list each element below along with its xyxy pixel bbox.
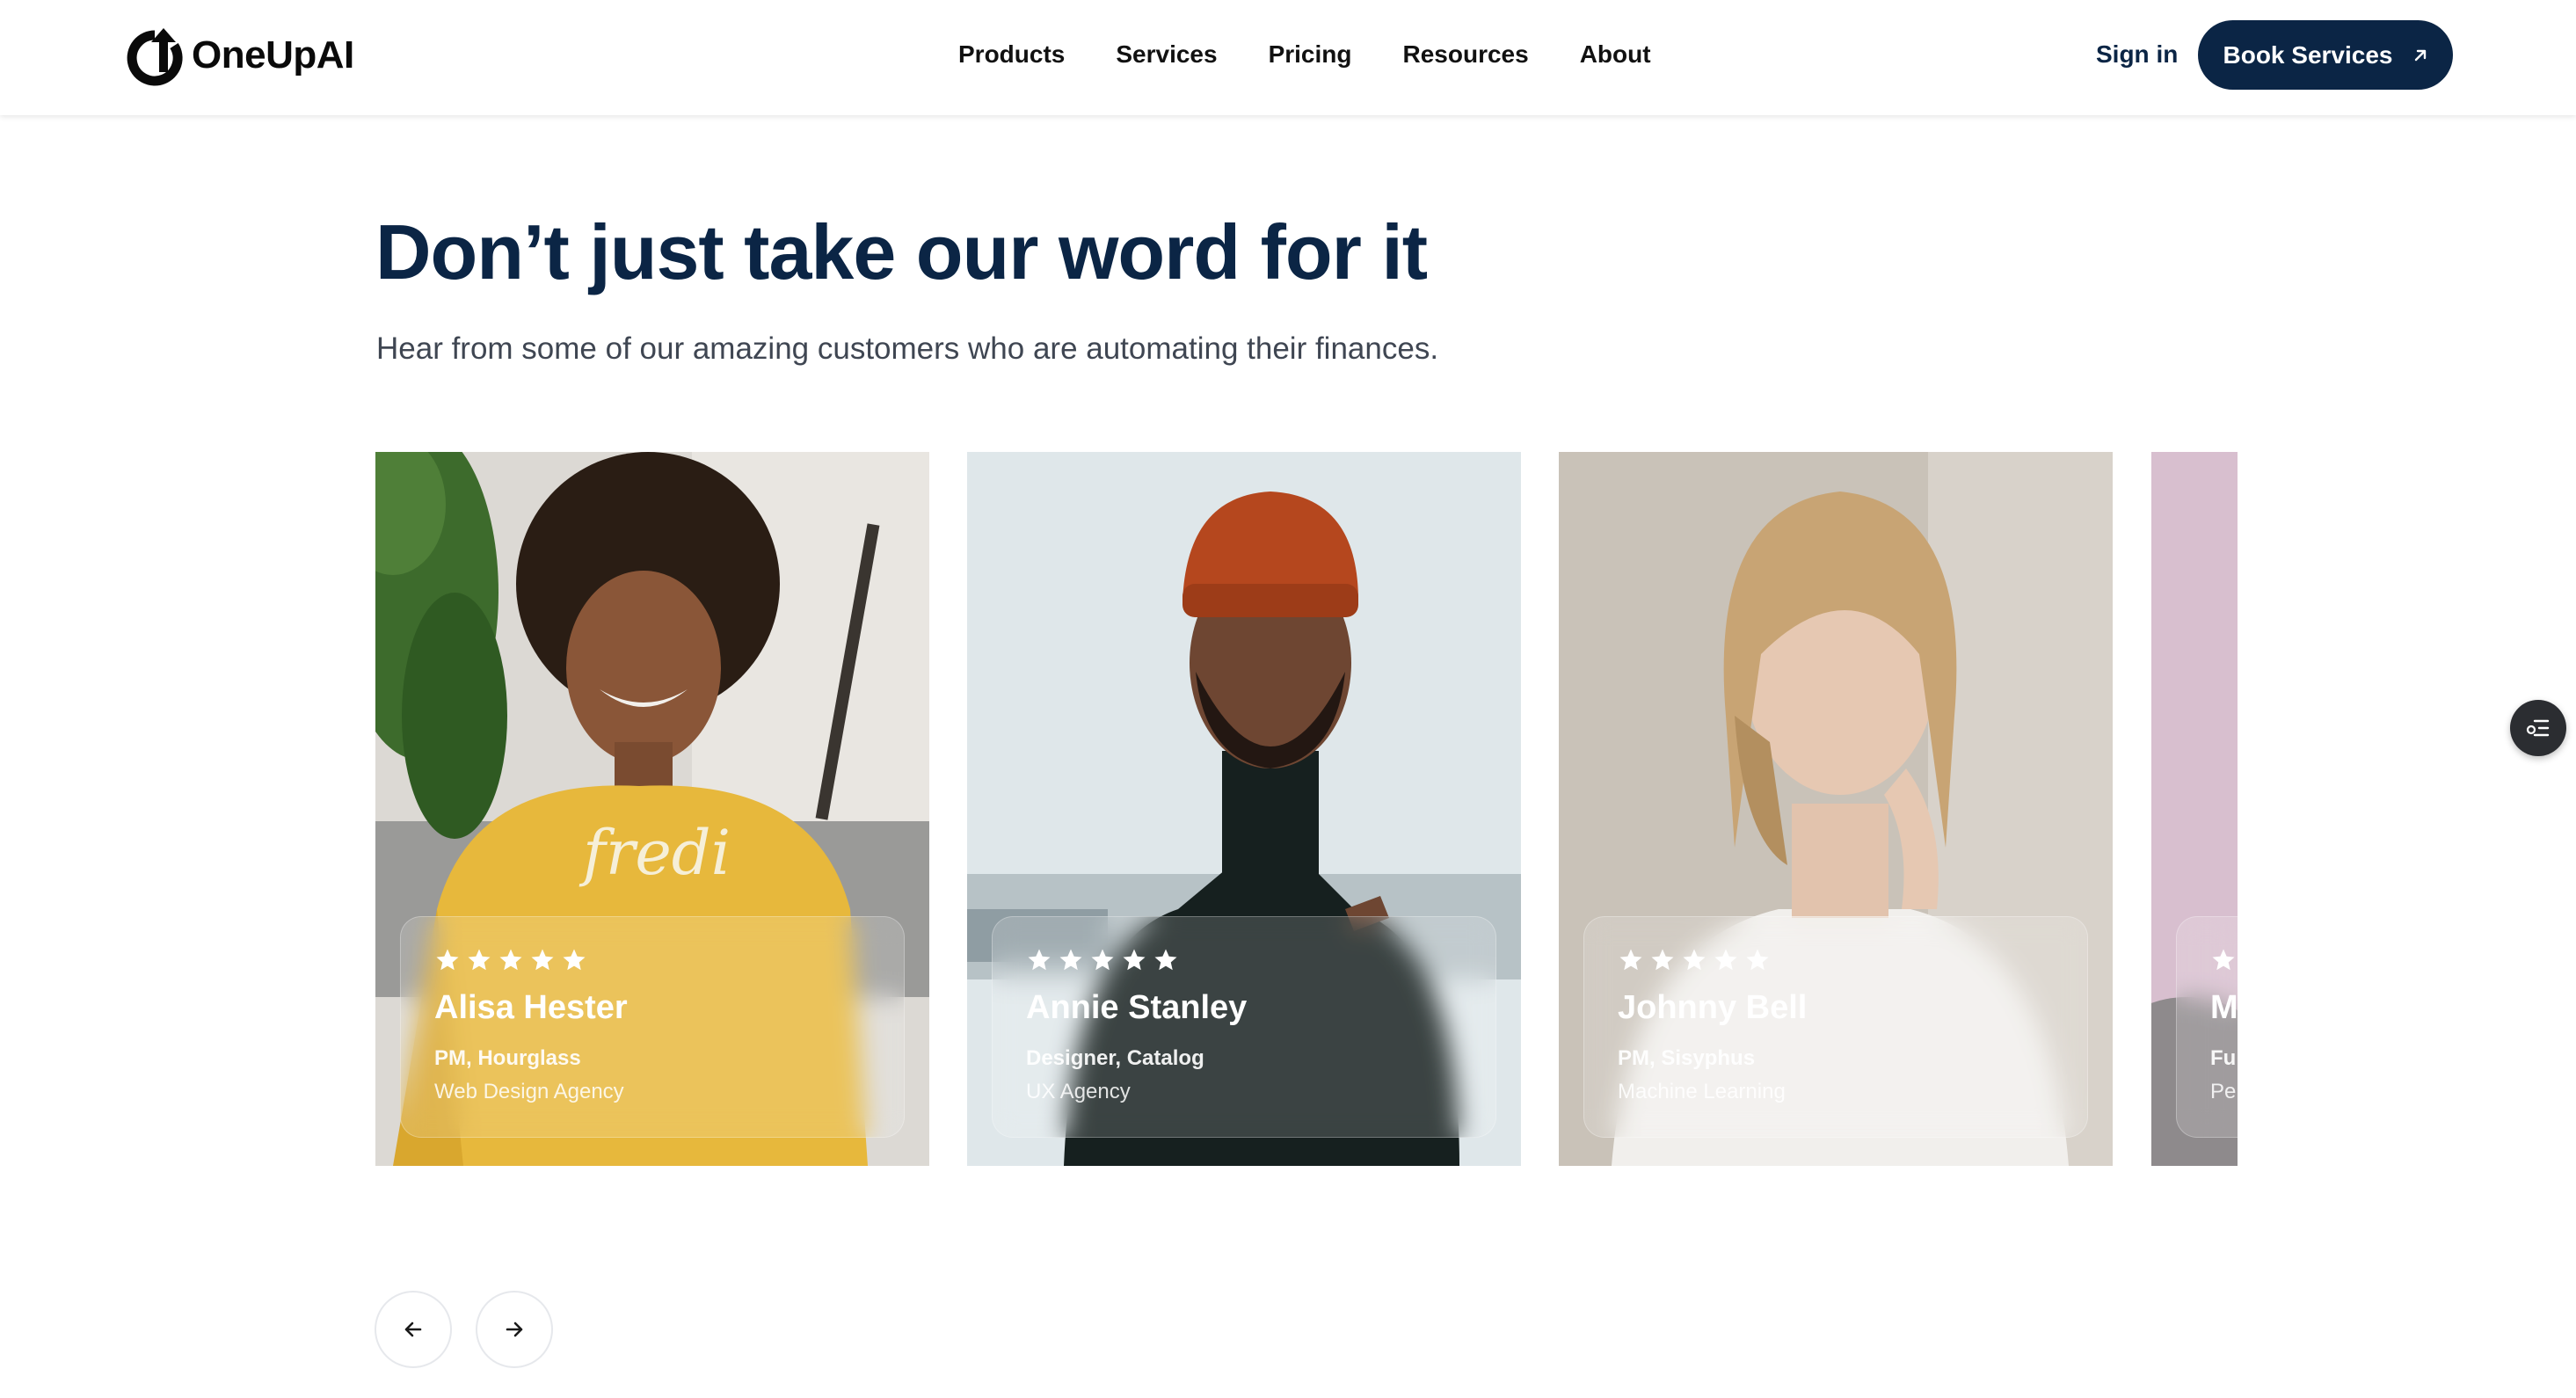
star-icon: [436, 949, 459, 971]
site-header: OneUpAI Products Services Pricing Resour…: [0, 0, 2576, 115]
customer-name: Annie Stanley: [1026, 989, 1248, 1026]
nav-item-services[interactable]: Services: [1116, 40, 1217, 69]
carousel-next-button[interactable]: [476, 1291, 553, 1368]
book-services-button[interactable]: Book Services: [2198, 20, 2453, 90]
testimonial-info-panel: Alisa Hester PM, Hourglass Web Design Ag…: [400, 916, 905, 1138]
star-icon: [531, 949, 554, 971]
nav-item-resources[interactable]: Resources: [1403, 40, 1529, 69]
testimonial-carousel: fredi Alisa Hester PM, Hourglass Web Des…: [375, 452, 2238, 1166]
star-rating: [2210, 947, 2238, 973]
customer-name: Johnny Bell: [1618, 989, 1808, 1026]
star-icon: [2212, 949, 2235, 971]
main-nav: Products Services Pricing Resources Abou…: [958, 0, 1651, 109]
star-icon: [1059, 949, 1082, 971]
testimonial-card[interactable]: M Fu Pe: [2151, 452, 2238, 1166]
nav-item-pricing[interactable]: Pricing: [1269, 40, 1352, 69]
arrow-left-icon: [404, 1322, 422, 1337]
star-icon: [563, 949, 586, 971]
star-rating: [1618, 947, 2054, 973]
testimonial-card[interactable]: fredi Alisa Hester PM, Hourglass Web Des…: [375, 452, 929, 1166]
arrow-right-icon: [506, 1322, 523, 1337]
customer-role: Fu: [2210, 1046, 2237, 1070]
star-rating: [434, 947, 870, 973]
star-icon: [1746, 949, 1769, 971]
star-rating: [1026, 947, 1462, 973]
testimonial-card[interactable]: Johnny Bell PM, Sisyphus Machine Learnin…: [1559, 452, 2113, 1166]
testimonial-card[interactable]: Annie Stanley Designer, Catalog UX Agenc…: [967, 452, 1521, 1166]
star-icon: [1154, 949, 1177, 971]
star-icon: [1714, 949, 1737, 971]
star-icon: [468, 949, 491, 971]
testimonial-info-panel: M Fu Pe: [2176, 916, 2238, 1138]
arrow-up-right-icon: [2412, 47, 2428, 63]
star-icon: [499, 949, 522, 971]
customer-role: PM, Hourglass: [434, 1046, 581, 1070]
svg-text:fredi: fredi: [579, 817, 731, 889]
settings-panel-button[interactable]: [2510, 700, 2566, 756]
customer-name: M: [2210, 989, 2238, 1026]
star-icon: [1619, 949, 1642, 971]
star-icon: [1683, 949, 1706, 971]
customer-name: Alisa Hester: [434, 989, 628, 1026]
customer-role: Designer, Catalog: [1026, 1046, 1204, 1070]
testimonial-info-panel: Annie Stanley Designer, Catalog UX Agenc…: [992, 916, 1496, 1138]
star-icon: [1123, 949, 1146, 971]
sign-in-link[interactable]: Sign in: [2096, 0, 2178, 109]
nav-item-products[interactable]: Products: [958, 40, 1065, 69]
book-services-label: Book Services: [2223, 40, 2393, 69]
customer-company: UX Agency: [1026, 1080, 1131, 1103]
brand-name: OneUpAI: [192, 33, 354, 76]
testimonial-info-panel: Johnny Bell PM, Sisyphus Machine Learnin…: [1583, 916, 2088, 1138]
nav-item-about[interactable]: About: [1580, 40, 1651, 69]
star-icon: [1091, 949, 1114, 971]
customer-role: PM, Sisyphus: [1618, 1046, 1756, 1070]
page-subtitle: Hear from some of our amazing customers …: [376, 331, 1439, 366]
customer-company: Web Design Agency: [434, 1080, 624, 1103]
page-title: Don’t just take our word for it: [375, 208, 1428, 295]
carousel-prev-button[interactable]: [375, 1291, 452, 1368]
star-icon: [1028, 949, 1051, 971]
star-icon: [1651, 949, 1674, 971]
brand-logo[interactable]: OneUpAI: [120, 23, 354, 88]
upward-arrow-circle-icon: [127, 28, 183, 86]
customer-company: Pe: [2210, 1080, 2237, 1103]
customer-company: Machine Learning: [1618, 1080, 1786, 1103]
settings-panel-icon: [2526, 719, 2550, 737]
